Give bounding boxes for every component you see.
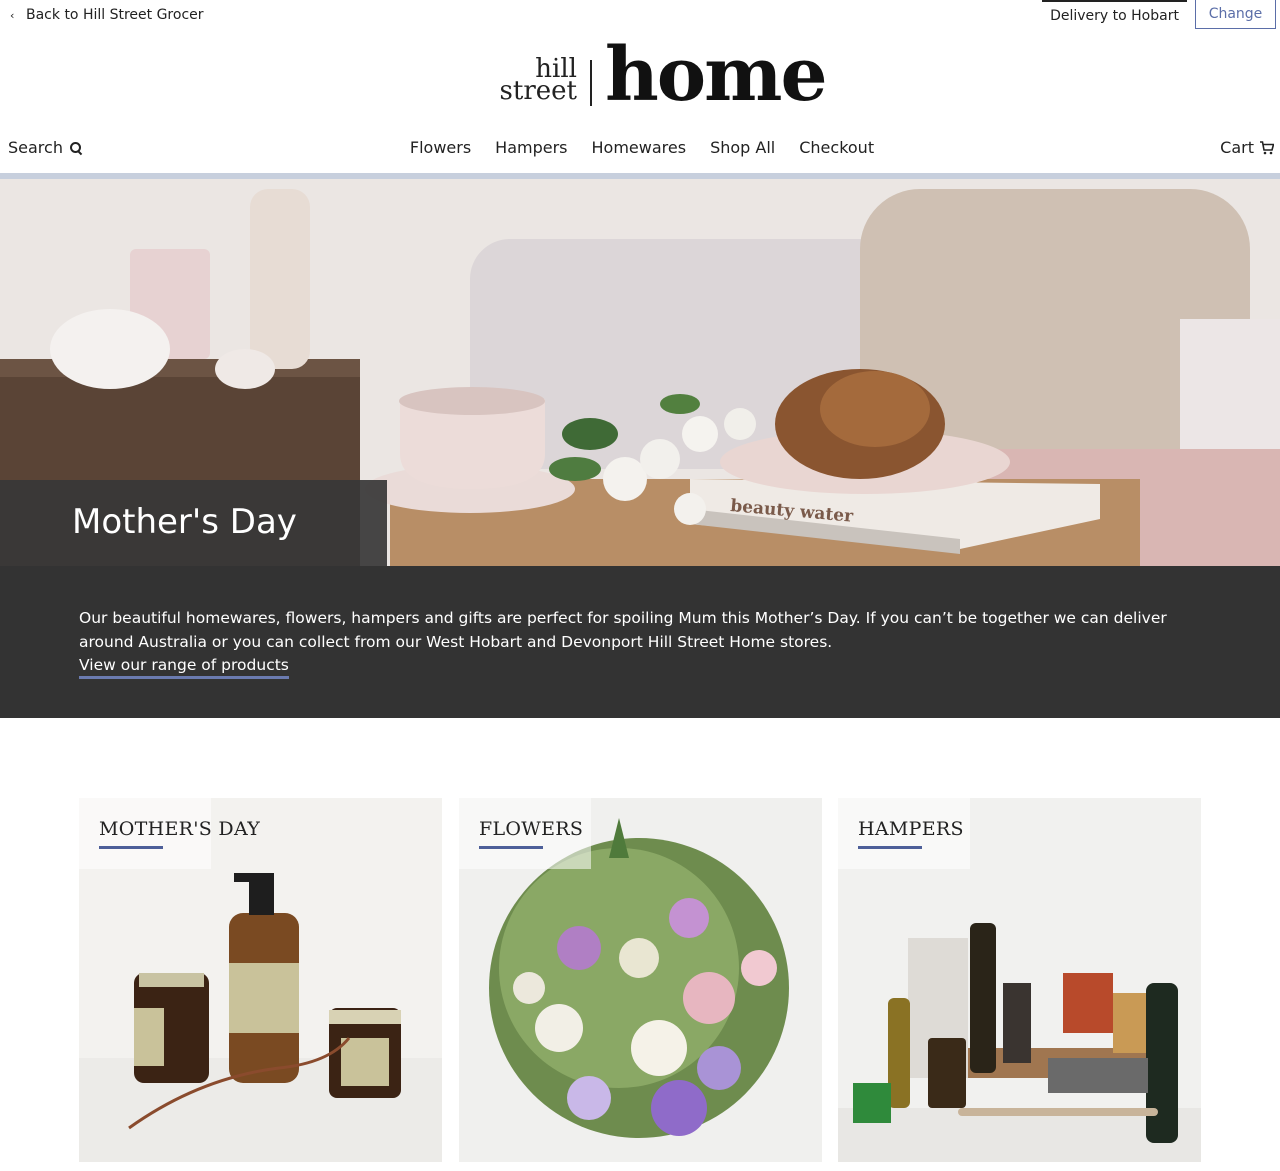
tile-underline — [99, 846, 163, 849]
tile-flowers[interactable]: FLOWERS — [459, 798, 822, 1162]
top-bar: ‹ Back to Hill Street Grocer Delivery to… — [0, 0, 1280, 34]
view-products-link[interactable]: View our range of products — [79, 654, 289, 679]
tile-hampers[interactable]: HAMPERS — [838, 798, 1201, 1162]
nav-item-flowers[interactable]: Flowers — [410, 138, 471, 157]
hero-caption: Mother's Day — [0, 480, 387, 566]
intro-text: Our beautiful homewares, flowers, hamper… — [79, 609, 1167, 651]
tile-label-mothers-day: MOTHER'S DAY — [99, 818, 261, 840]
cart-label: Cart — [1220, 138, 1254, 157]
logo-divider — [590, 60, 592, 106]
cart-button[interactable]: Cart — [1220, 138, 1274, 157]
hero-title: Mother's Day — [72, 502, 297, 542]
tile-underline — [479, 846, 543, 849]
back-link[interactable]: ‹ Back to Hill Street Grocer — [10, 7, 204, 23]
category-tiles: MOTHER'S DAY FLOWERS HAMPERS — [79, 798, 1201, 1162]
nav-menu: Flowers Hampers Homewares Shop All Check… — [0, 138, 1280, 157]
main-nav: Search Flowers Hampers Homewares Shop Al… — [0, 133, 1280, 163]
logo-small-text: hill street — [499, 54, 577, 106]
delivery-location: Delivery to Hobart — [1042, 0, 1187, 30]
tile-underline — [858, 846, 922, 849]
hero-banner: beauty water Mother's Day — [0, 179, 1280, 566]
nav-item-shop-all[interactable]: Shop All — [710, 138, 775, 157]
nav-item-checkout[interactable]: Checkout — [799, 138, 874, 157]
chevron-left-icon: ‹ — [10, 8, 15, 22]
change-location-button[interactable]: Change — [1195, 0, 1276, 29]
site-logo[interactable]: hill street home — [497, 32, 828, 118]
tile-label-flowers: FLOWERS — [479, 818, 584, 840]
tile-label-hampers: HAMPERS — [858, 818, 964, 840]
cart-icon — [1260, 140, 1274, 154]
logo-brand-text: home — [605, 32, 828, 118]
nav-item-homewares[interactable]: Homewares — [592, 138, 687, 157]
intro-section: Our beautiful homewares, flowers, hamper… — [0, 566, 1280, 718]
back-link-label: Back to Hill Street Grocer — [26, 7, 204, 23]
tile-mothers-day[interactable]: MOTHER'S DAY — [79, 798, 442, 1162]
nav-item-hampers[interactable]: Hampers — [495, 138, 567, 157]
